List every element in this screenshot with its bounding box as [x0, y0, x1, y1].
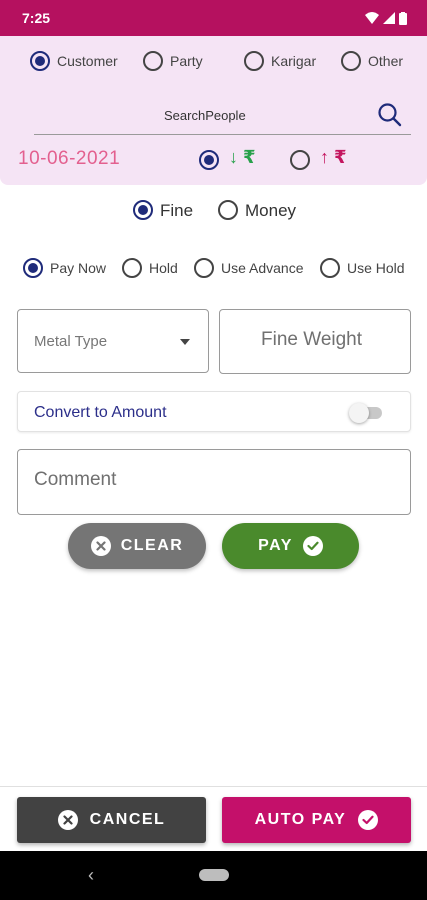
- radio-label-other: Other: [368, 53, 404, 69]
- comment-input[interactable]: Comment: [17, 449, 411, 515]
- convert-to-amount-label: Convert to Amount: [34, 404, 167, 421]
- radio-pay-now[interactable]: [23, 258, 43, 278]
- radio-money[interactable]: [218, 200, 238, 220]
- home-pill-icon[interactable]: [199, 869, 229, 881]
- search-icon[interactable]: [377, 102, 403, 128]
- radio-label-fine: Fine: [160, 201, 194, 220]
- direction-in-label: ↓ ₹: [229, 147, 256, 167]
- bottom-divider: [0, 786, 427, 787]
- search-underline: [34, 134, 411, 135]
- cancel-button[interactable]: CANCEL: [17, 797, 206, 843]
- metal-type-label: Metal Type: [34, 333, 108, 350]
- radio-direction-out[interactable]: [290, 150, 310, 170]
- fine-weight-input[interactable]: Fine Weight: [219, 309, 411, 374]
- search-input[interactable]: SearchPeople: [164, 108, 246, 123]
- cancel-x-icon: [57, 810, 78, 830]
- radio-label-hold: Hold: [149, 260, 178, 276]
- status-time: 7:25: [22, 10, 51, 26]
- dropdown-arrow-icon: [180, 339, 190, 345]
- radio-karigar[interactable]: [244, 51, 264, 71]
- auto-pay-check-icon: [358, 810, 379, 830]
- radio-label-party: Party: [170, 53, 203, 69]
- radio-party[interactable]: [143, 51, 163, 71]
- radio-label-money: Money: [245, 201, 297, 220]
- pay-button[interactable]: PAY: [222, 523, 359, 569]
- convert-toggle[interactable]: [349, 403, 369, 423]
- clear-button-label: CLEAR: [120, 537, 184, 554]
- signal-icon: [383, 12, 395, 24]
- radio-hold[interactable]: [122, 258, 142, 278]
- clear-x-icon: [90, 536, 111, 556]
- direction-out-label: ↑ ₹: [320, 147, 347, 167]
- clear-button[interactable]: CLEAR: [68, 523, 206, 569]
- wifi-icon: [365, 12, 379, 24]
- back-icon[interactable]: ‹: [88, 865, 94, 886]
- radio-direction-in[interactable]: [199, 150, 219, 170]
- radio-label-pay-now: Pay Now: [50, 260, 107, 276]
- radio-label-karigar: Karigar: [271, 53, 317, 69]
- radio-use-hold[interactable]: [320, 258, 340, 278]
- battery-icon: [399, 11, 407, 25]
- comment-placeholder: Comment: [34, 469, 117, 490]
- radio-customer[interactable]: [30, 51, 50, 71]
- radio-use-advance[interactable]: [194, 258, 214, 278]
- auto-pay-button[interactable]: AUTO PAY: [222, 797, 411, 843]
- status-icons: [365, 11, 407, 25]
- fine-weight-placeholder: Fine Weight: [261, 329, 363, 350]
- auto-pay-button-label: AUTO PAY: [254, 811, 347, 828]
- date-field[interactable]: 10-06-2021: [18, 148, 120, 170]
- pay-check-icon: [302, 536, 323, 556]
- radio-label-customer: Customer: [57, 53, 118, 69]
- radio-label-use-hold: Use Hold: [347, 260, 405, 276]
- radio-other[interactable]: [341, 51, 361, 71]
- radio-fine[interactable]: [133, 200, 153, 220]
- metal-type-select[interactable]: Metal Type: [17, 309, 209, 373]
- cancel-button-label: CANCEL: [89, 811, 166, 828]
- pay-button-label: PAY: [258, 537, 293, 554]
- status-bar: 7:25: [0, 0, 427, 36]
- radio-label-use-advance: Use Advance: [221, 260, 304, 276]
